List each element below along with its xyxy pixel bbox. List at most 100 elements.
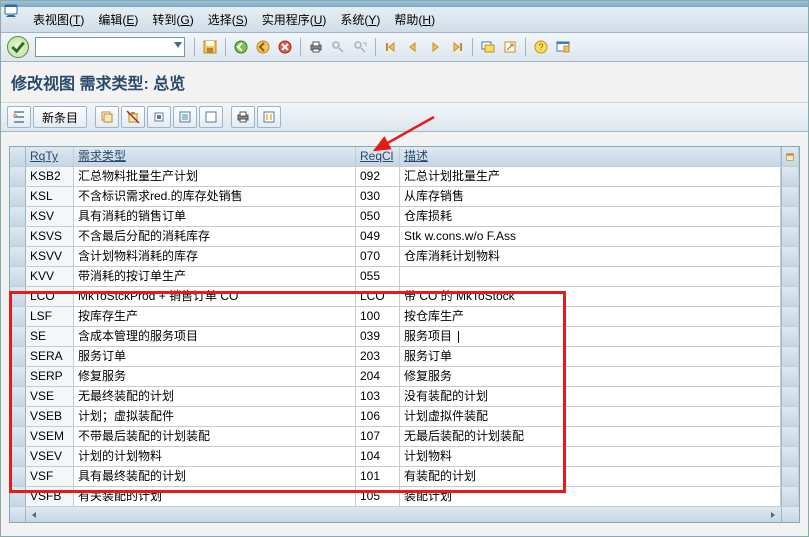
cell-rtype[interactable]: 有关装配的计划 [74,487,356,506]
cell-desc[interactable]: 带 CO 的 MkToStock [400,287,781,306]
undo-button[interactable] [147,106,171,128]
cell-rqty[interactable]: VSEB [26,407,74,426]
cell-desc[interactable]: 修复服务 [400,367,781,386]
enter-button[interactable] [7,36,29,58]
cell-reqcl[interactable]: 055 [356,267,400,286]
row-selector[interactable] [10,467,26,486]
row-selector[interactable] [10,227,26,246]
menu-e[interactable]: 编辑(E) [92,9,144,30]
cell-desc[interactable]: 仓库损耗 [400,207,781,226]
cell-rqty[interactable]: SERP [26,367,74,386]
cell-reqcl[interactable]: 030 [356,187,400,206]
deselect-all-button[interactable] [199,106,223,128]
table-row[interactable]: VSFB有关装配的计划105装配计划 [10,487,799,507]
table-row[interactable]: SE含成本管理的服务项目039服务项目 [10,327,799,347]
cell-rqty[interactable]: VSE [26,387,74,406]
cell-rtype[interactable]: 按库存生产 [74,307,356,326]
cell-rqty[interactable]: KSL [26,187,74,206]
cell-reqcl[interactable]: 100 [356,307,400,326]
select-all-button[interactable] [173,106,197,128]
table-row[interactable]: LCOMkToStckProd + 销售订单 COLCO带 CO 的 MkToS… [10,287,799,307]
horizontal-scrollbar[interactable] [42,507,765,522]
save-icon[interactable] [200,37,220,57]
print-icon[interactable] [306,37,326,57]
cell-rtype[interactable]: 不含标识需求red.的库存处销售 [74,187,356,206]
row-selector[interactable] [10,427,26,446]
cell-rtype[interactable]: 服务订单 [74,347,356,366]
menu-u[interactable]: 实用程序(U) [256,9,333,30]
scroll-left-icon[interactable] [26,507,42,522]
session-icon[interactable] [3,2,19,18]
row-selector[interactable] [10,167,26,186]
find-next-icon[interactable] [350,37,370,57]
last-page-icon[interactable] [447,37,467,57]
table-row[interactable]: VSEV计划的计划物料104计划物料 [10,447,799,467]
cell-rqty[interactable]: KSB2 [26,167,74,186]
menu-h[interactable]: 帮助(H) [388,9,441,30]
table-row[interactable]: LSF按库存生产100按仓库生产 [10,307,799,327]
select-all-column[interactable] [10,147,26,166]
header-reqcl[interactable]: ReqCl [356,147,400,166]
cell-rtype[interactable]: 不含最后分配的消耗库存 [74,227,356,246]
cell-rtype[interactable]: 含计划物料消耗的库存 [74,247,356,266]
new-entries-button[interactable]: 新条目 [33,106,87,128]
cell-reqcl[interactable]: 049 [356,227,400,246]
cell-reqcl[interactable]: 050 [356,207,400,226]
exit-icon[interactable] [253,37,273,57]
cell-rqty[interactable]: VSEV [26,447,74,466]
table-row[interactable]: VSEM不带最后装配的计划装配107无最后装配的计划装配 [10,427,799,447]
table-row[interactable]: SERA服务订单203服务订单 [10,347,799,367]
cell-reqcl[interactable]: 105 [356,487,400,506]
create-session-icon[interactable] [478,37,498,57]
cell-reqcl[interactable]: 092 [356,167,400,186]
command-field[interactable] [35,37,185,57]
row-selector[interactable] [10,407,26,426]
row-selector[interactable] [10,187,26,206]
cell-reqcl[interactable]: 104 [356,447,400,466]
table-row[interactable]: KSL不含标识需求red.的库存处销售030从库存销售 [10,187,799,207]
cell-reqcl[interactable]: 070 [356,247,400,266]
menu-t[interactable]: 表视图(T) [27,9,90,30]
cell-rqty[interactable]: KSVS [26,227,74,246]
cell-rqty[interactable]: LSF [26,307,74,326]
table-row[interactable]: KSVV含计划物料消耗的库存070仓库消耗计划物料 [10,247,799,267]
expand-all-button[interactable] [7,106,31,128]
cell-desc[interactable]: 仓库消耗计划物料 [400,247,781,266]
customize-layout-icon[interactable] [553,37,573,57]
help-icon[interactable]: ? [531,37,551,57]
cell-reqcl[interactable]: 103 [356,387,400,406]
first-page-icon[interactable] [381,37,401,57]
cell-desc[interactable]: 装配计划 [400,487,781,506]
cell-desc[interactable]: 计划虚拟件装配 [400,407,781,426]
row-selector[interactable] [10,207,26,226]
cell-desc[interactable] [400,267,781,286]
table-row[interactable]: KSVS不含最后分配的消耗库存049Stk w.cons.w/o F.Ass [10,227,799,247]
cell-desc[interactable]: 没有装配的计划 [400,387,781,406]
cell-desc[interactable]: 服务订单 [400,347,781,366]
cell-reqcl[interactable]: LCO [356,287,400,306]
row-selector[interactable] [10,447,26,466]
table-row[interactable]: VSE无最终装配的计划103没有装配的计划 [10,387,799,407]
cell-rqty[interactable]: KSV [26,207,74,226]
cell-desc[interactable]: 服务项目 [400,327,781,346]
cell-reqcl[interactable]: 107 [356,427,400,446]
column-config-icon[interactable] [781,147,799,166]
next-page-icon[interactable] [425,37,445,57]
scroll-right-icon[interactable] [765,507,781,522]
cell-rqty[interactable]: KSVV [26,247,74,266]
cell-reqcl[interactable]: 204 [356,367,400,386]
row-selector[interactable] [10,267,26,286]
row-selector[interactable] [10,307,26,326]
table-row[interactable]: KVV带消耗的按订单生产055 [10,267,799,287]
cell-desc[interactable]: 计划物料 [400,447,781,466]
cell-reqcl[interactable]: 039 [356,327,400,346]
header-rtype[interactable]: 需求类型 [74,147,356,166]
cell-reqcl[interactable]: 106 [356,407,400,426]
cell-rtype[interactable]: 汇总物料批量生产计划 [74,167,356,186]
row-selector[interactable] [10,387,26,406]
menu-s[interactable]: 选择(S) [202,9,254,30]
row-selector[interactable] [10,247,26,266]
table-row[interactable]: KSB2汇总物料批量生产计划092汇总计划批量生产 [10,167,799,187]
cell-rtype[interactable]: 具有最终装配的计划 [74,467,356,486]
cell-rqty[interactable]: SE [26,327,74,346]
